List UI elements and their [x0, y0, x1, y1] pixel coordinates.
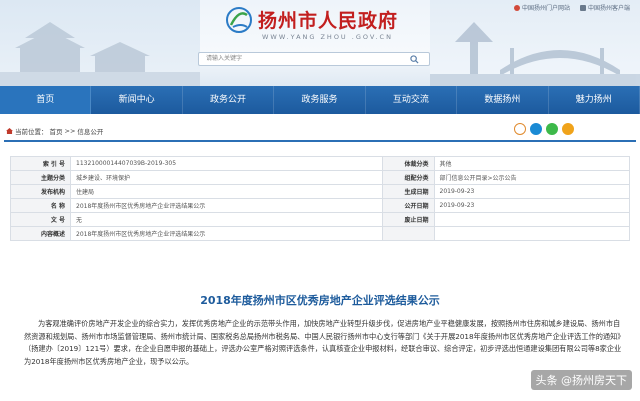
table-row: 文 号 无 废止日期	[10, 212, 630, 227]
qzone-share-icon[interactable]	[562, 123, 574, 135]
client-link[interactable]: 中国扬州客户端	[579, 3, 630, 12]
breadcrumb: 当前位置： 首页 >> 信息公开	[6, 126, 103, 136]
document-meta-table: 索 引 号 11321000014407039B-2019-305 体裁分类 其…	[10, 156, 630, 241]
search-input[interactable]: 请输入关键字	[198, 52, 430, 66]
table-row: 内容概述 2018年度扬州市区优秀房地产企业评选结果公示	[10, 226, 630, 241]
article-title: 2018年度扬州市区优秀房地产企业评选结果公示	[200, 294, 440, 307]
portal-icon	[513, 4, 520, 11]
home-icon	[6, 128, 13, 134]
site-url: WWW.YANG ZHOU .GOV.CN	[262, 33, 393, 41]
government-logo-icon	[226, 7, 252, 33]
meta-value: 2018年度扬州市区优秀房地产企业评选结果公示	[70, 226, 383, 241]
client-link-label: 中国扬州客户端	[587, 5, 630, 12]
mobile-icon	[579, 4, 586, 11]
top-links: 中国扬州门户网站 中国扬州客户端	[513, 3, 630, 12]
meta-value: 11321000014407039B-2019-305	[70, 156, 383, 171]
meta-key: 公开日期	[381, 198, 435, 213]
meta-key: 体裁分类	[381, 156, 435, 171]
site-title: 扬州市人民政府	[258, 10, 399, 32]
portal-link[interactable]: 中国扬州门户网站	[513, 3, 570, 12]
nav-news[interactable]: 新闻中心	[91, 86, 183, 114]
meta-value: 城乡建设、环境保护	[70, 170, 383, 185]
table-row: 主题分类 城乡建设、环境保护 组配分类 部门信息公开目录>公示公告	[10, 170, 630, 185]
wechat-share-icon[interactable]	[546, 123, 558, 135]
meta-key: 生成日期	[381, 184, 435, 199]
meta-key: 主题分类	[10, 170, 71, 185]
meta-value: 2018年度扬州市区优秀房地产企业评选结果公示	[70, 198, 383, 213]
meta-key: 发布机构	[10, 184, 71, 199]
watermark: 头条 @扬州房天下	[530, 370, 632, 390]
table-row: 索 引 号 11321000014407039B-2019-305 体裁分类 其…	[10, 156, 630, 171]
meta-key: 名 称	[10, 198, 71, 213]
meta-key: 文 号	[10, 212, 71, 227]
search-button[interactable]	[400, 53, 428, 65]
meta-value: 无	[70, 212, 383, 227]
header-banner: 中国扬州门户网站 中国扬州客户端 扬州市人民政府 WWW.YANG ZHOU .…	[0, 0, 640, 86]
meta-value: 2019-09-23	[433, 184, 630, 199]
nav-charm[interactable]: 魅力扬州	[549, 86, 640, 114]
meta-value: 2019-09-23	[433, 198, 630, 213]
meta-key: 索 引 号	[10, 156, 71, 171]
nav-gov-services[interactable]: 政务服务	[274, 86, 366, 114]
meta-value: 部门信息公开目录>公示公告	[433, 170, 630, 185]
weibo-share-icon[interactable]	[514, 123, 526, 135]
meta-key: 内容概述	[10, 226, 71, 241]
breadcrumb-label: 当前位置：	[15, 128, 48, 136]
qq-share-icon[interactable]	[530, 123, 542, 135]
main-nav: 首页 新闻中心 政务公开 政务服务 互动交流 数据扬州 魅力扬州	[0, 86, 640, 114]
meta-key: 组配分类	[381, 170, 435, 185]
meta-value	[433, 226, 630, 241]
portal-link-label: 中国扬州门户网站	[521, 5, 570, 12]
nav-interaction[interactable]: 互动交流	[366, 86, 458, 114]
meta-value	[433, 212, 630, 227]
breadcrumb-current[interactable]: 信息公开	[77, 126, 103, 136]
watermark-text: 头条 @扬州房天下	[535, 374, 628, 387]
meta-key: 废止日期	[381, 212, 435, 227]
meta-value: 住建局	[70, 184, 383, 199]
share-icons	[514, 123, 574, 135]
meta-key	[381, 226, 435, 241]
search-icon	[409, 54, 419, 64]
breadcrumb-home[interactable]: 首页	[50, 126, 63, 136]
nav-gov-affairs[interactable]: 政务公开	[183, 86, 275, 114]
breadcrumb-separator: >>	[64, 127, 76, 135]
divider-line	[4, 140, 636, 142]
meta-value: 其他	[433, 156, 630, 171]
table-row: 名 称 2018年度扬州市区优秀房地产企业评选结果公示 公开日期 2019-09…	[10, 198, 630, 213]
table-row: 发布机构 住建局 生成日期 2019-09-23	[10, 184, 630, 199]
nav-home[interactable]: 首页	[0, 86, 92, 114]
article-body: 为客观准确评价房地产开发企业的综合实力，发挥优秀房地产企业的示范带头作用，加快房…	[24, 319, 622, 366]
nav-data[interactable]: 数据扬州	[457, 86, 549, 114]
